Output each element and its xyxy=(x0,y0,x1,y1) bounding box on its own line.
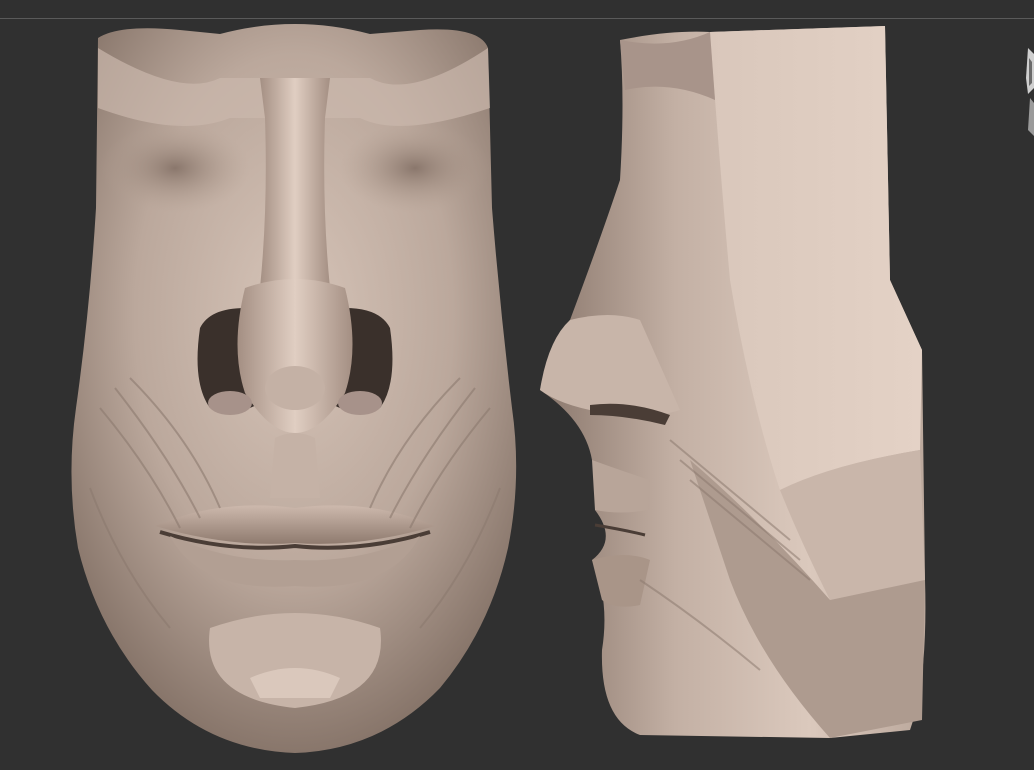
front-face-sculpt[interactable] xyxy=(60,8,530,768)
gizmo-icon[interactable] xyxy=(1022,48,1034,138)
3d-viewport[interactable] xyxy=(0,0,1034,770)
side-face-sculpt[interactable] xyxy=(530,20,930,760)
